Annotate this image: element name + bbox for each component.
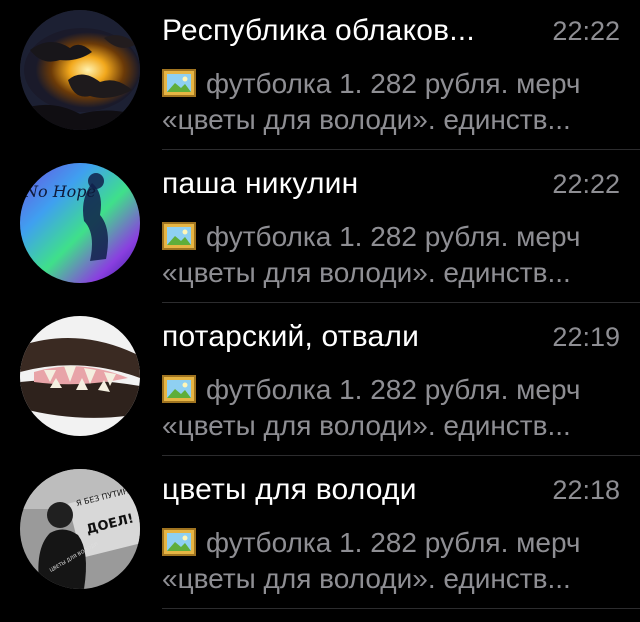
photo-icon (162, 528, 196, 556)
chat-content: цветы для володи 22:18 футболка 1. 282 р… (162, 471, 620, 597)
chat-content: Республика облаков... 22:22 футболка 1. … (162, 12, 620, 138)
chat-row-tsvety[interactable]: Я БЕЗ ПУТИНА ДОЕЛ! ЦВЕТЫ ДЛЯ ВОЛОДИ цвет… (0, 459, 640, 609)
divider (162, 149, 640, 150)
divider (162, 302, 640, 303)
message-preview: футболка 1. 282 рубля. мерч «цветы для в… (162, 525, 620, 597)
chat-title: потарский, отвали (162, 320, 420, 353)
chat-time: 22:18 (552, 475, 620, 505)
avatar[interactable] (20, 316, 140, 436)
no-hope-gradient-image: No Hope (20, 163, 140, 283)
preview-line-1: футболка 1. 282 рубля. мерч (206, 68, 581, 99)
preview-line-1: футболка 1. 282 рубля. мерч (206, 527, 581, 558)
chat-time: 22:22 (552, 169, 620, 199)
chat-content: паша никулин 22:22 футболка 1. 282 рубля… (162, 165, 620, 291)
chat-time: 22:22 (552, 16, 620, 46)
preview-line-2: «цветы для володи». единств... (162, 104, 571, 135)
chat-time: 22:19 (552, 322, 620, 352)
preview-line-2: «цветы для володи». единств... (162, 410, 571, 441)
message-preview: футболка 1. 282 рубля. мерч «цветы для в… (162, 372, 620, 444)
divider (162, 455, 640, 456)
chat-list: Республика облаков... 22:22 футболка 1. … (0, 0, 640, 622)
chat-row-potarsky[interactable]: потарский, отвали 22:19 футболка 1. 282 … (0, 306, 640, 456)
preview-line-2: «цветы для володи». единств... (162, 563, 571, 594)
photo-icon (162, 375, 196, 403)
preview-line-2: «цветы для володи». единств... (162, 257, 571, 288)
avatar[interactable]: No Hope (20, 163, 140, 283)
bw-person-image: Я БЕЗ ПУТИНА ДОЕЛ! ЦВЕТЫ ДЛЯ ВОЛОДИ (20, 469, 140, 589)
avatar[interactable] (20, 10, 140, 130)
photo-icon (162, 69, 196, 97)
preview-line-1: футболка 1. 282 рубля. мерч (206, 221, 581, 252)
message-preview: футболка 1. 282 рубля. мерч «цветы для в… (162, 66, 620, 138)
chat-title: цветы для володи (162, 473, 417, 506)
wolf-teeth-image (20, 316, 140, 436)
chat-row-respublika[interactable]: Республика облаков... 22:22 футболка 1. … (0, 0, 640, 150)
divider (162, 608, 640, 609)
avatar-text: No Hope (23, 182, 96, 201)
chat-title: Республика облаков... (162, 14, 475, 47)
photo-icon (162, 222, 196, 250)
sunset-clouds-image (20, 10, 140, 130)
chat-content: потарский, отвали 22:19 футболка 1. 282 … (162, 318, 620, 444)
avatar[interactable]: Я БЕЗ ПУТИНА ДОЕЛ! ЦВЕТЫ ДЛЯ ВОЛОДИ (20, 469, 140, 589)
preview-line-1: футболка 1. 282 рубля. мерч (206, 374, 581, 405)
message-preview: футболка 1. 282 рубля. мерч «цветы для в… (162, 219, 620, 291)
chat-title: паша никулин (162, 167, 359, 200)
chat-row-pasha[interactable]: No Hope паша никулин 22:22 футболка 1. 2… (0, 153, 640, 303)
